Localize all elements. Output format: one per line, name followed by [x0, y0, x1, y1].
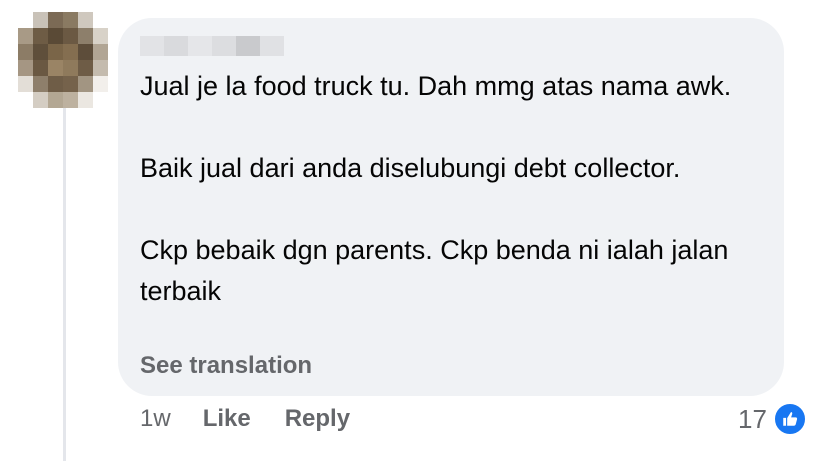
reaction-count: 17 — [738, 403, 767, 434]
reply-button[interactable]: Reply — [285, 405, 350, 433]
reaction-summary[interactable]: 17 — [738, 402, 807, 436]
avatar[interactable] — [18, 12, 108, 108]
see-translation-link[interactable]: See translation — [140, 352, 312, 380]
comment-text: Jual je la food truck tu. Dah mmg atas n… — [140, 66, 760, 312]
comment-bubble: Jual je la food truck tu. Dah mmg atas n… — [118, 18, 784, 396]
comment-actions: 1w Like Reply — [140, 405, 350, 433]
comment-timestamp[interactable]: 1w — [140, 405, 171, 433]
author-name-blurred[interactable] — [140, 36, 284, 56]
thumbs-up-icon — [772, 402, 807, 436]
comment-paragraph: Baik jual dari anda diselubungi debt col… — [140, 153, 681, 183]
thread-line — [63, 108, 66, 461]
comment-paragraph: Ckp bebaik dgn parents. Ckp benda ni ial… — [140, 235, 729, 306]
comment-paragraph: Jual je la food truck tu. Dah mmg atas n… — [140, 71, 732, 101]
like-button[interactable]: Like — [203, 405, 251, 433]
